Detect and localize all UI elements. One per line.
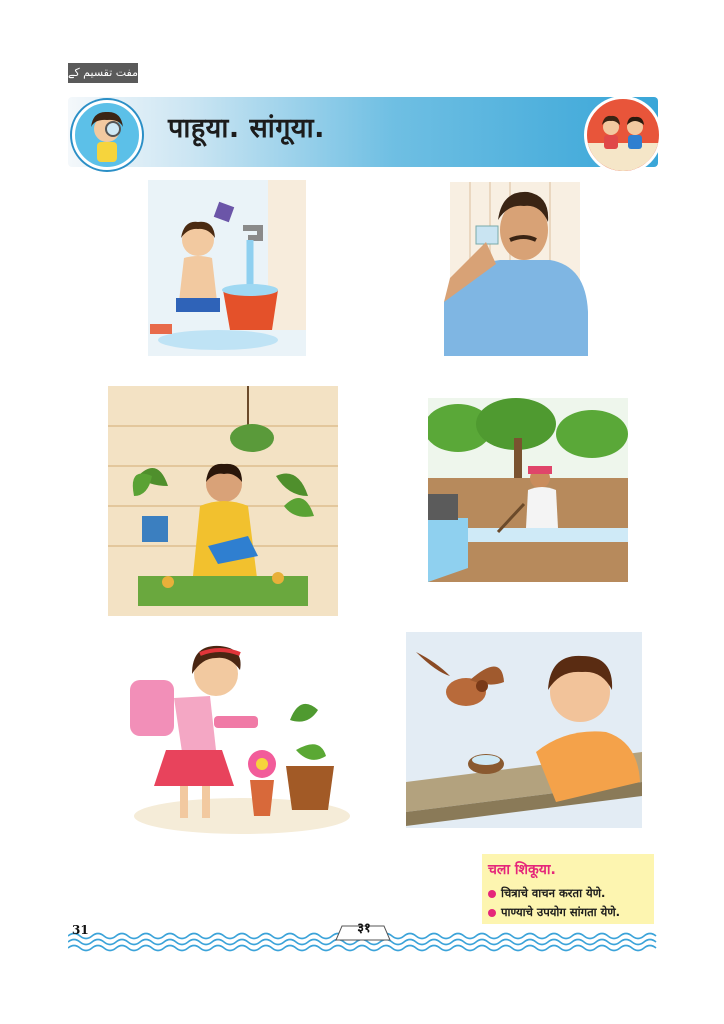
- woman-watering-plants-illustration: [108, 386, 338, 616]
- child-bathing-illustration: [148, 180, 306, 356]
- learning-objectives-box: चला शिकूया. चित्राचे वाचन करता येणे. पाण…: [482, 854, 654, 924]
- learning-box-title: चला शिकूया.: [488, 862, 556, 878]
- page-number-devanagari: ३१: [357, 921, 371, 936]
- farmer-irrigating-field-illustration: [428, 398, 628, 582]
- bullet-icon: [488, 889, 496, 898]
- learning-item: पाण्याचे उपयोग सांगता येणे.: [488, 905, 620, 920]
- free-distribution-tag: مفت تقسیم کے لیے: [68, 63, 138, 99]
- children-talking-badge-icon: [584, 96, 662, 174]
- page-number: 31: [72, 923, 89, 937]
- girl-watering-flowerpot-illustration: [130, 640, 354, 836]
- magnifier-girl-badge-icon: [72, 100, 142, 170]
- title-banner: [68, 97, 658, 167]
- page-title: पाहूया. सांगूया.: [168, 113, 325, 144]
- boy-giving-water-to-bird-illustration: [406, 632, 642, 828]
- learning-item: चित्राचे वाचन करता येणे.: [488, 886, 605, 901]
- man-drinking-water-illustration: [444, 182, 588, 356]
- bullet-icon: [488, 908, 496, 917]
